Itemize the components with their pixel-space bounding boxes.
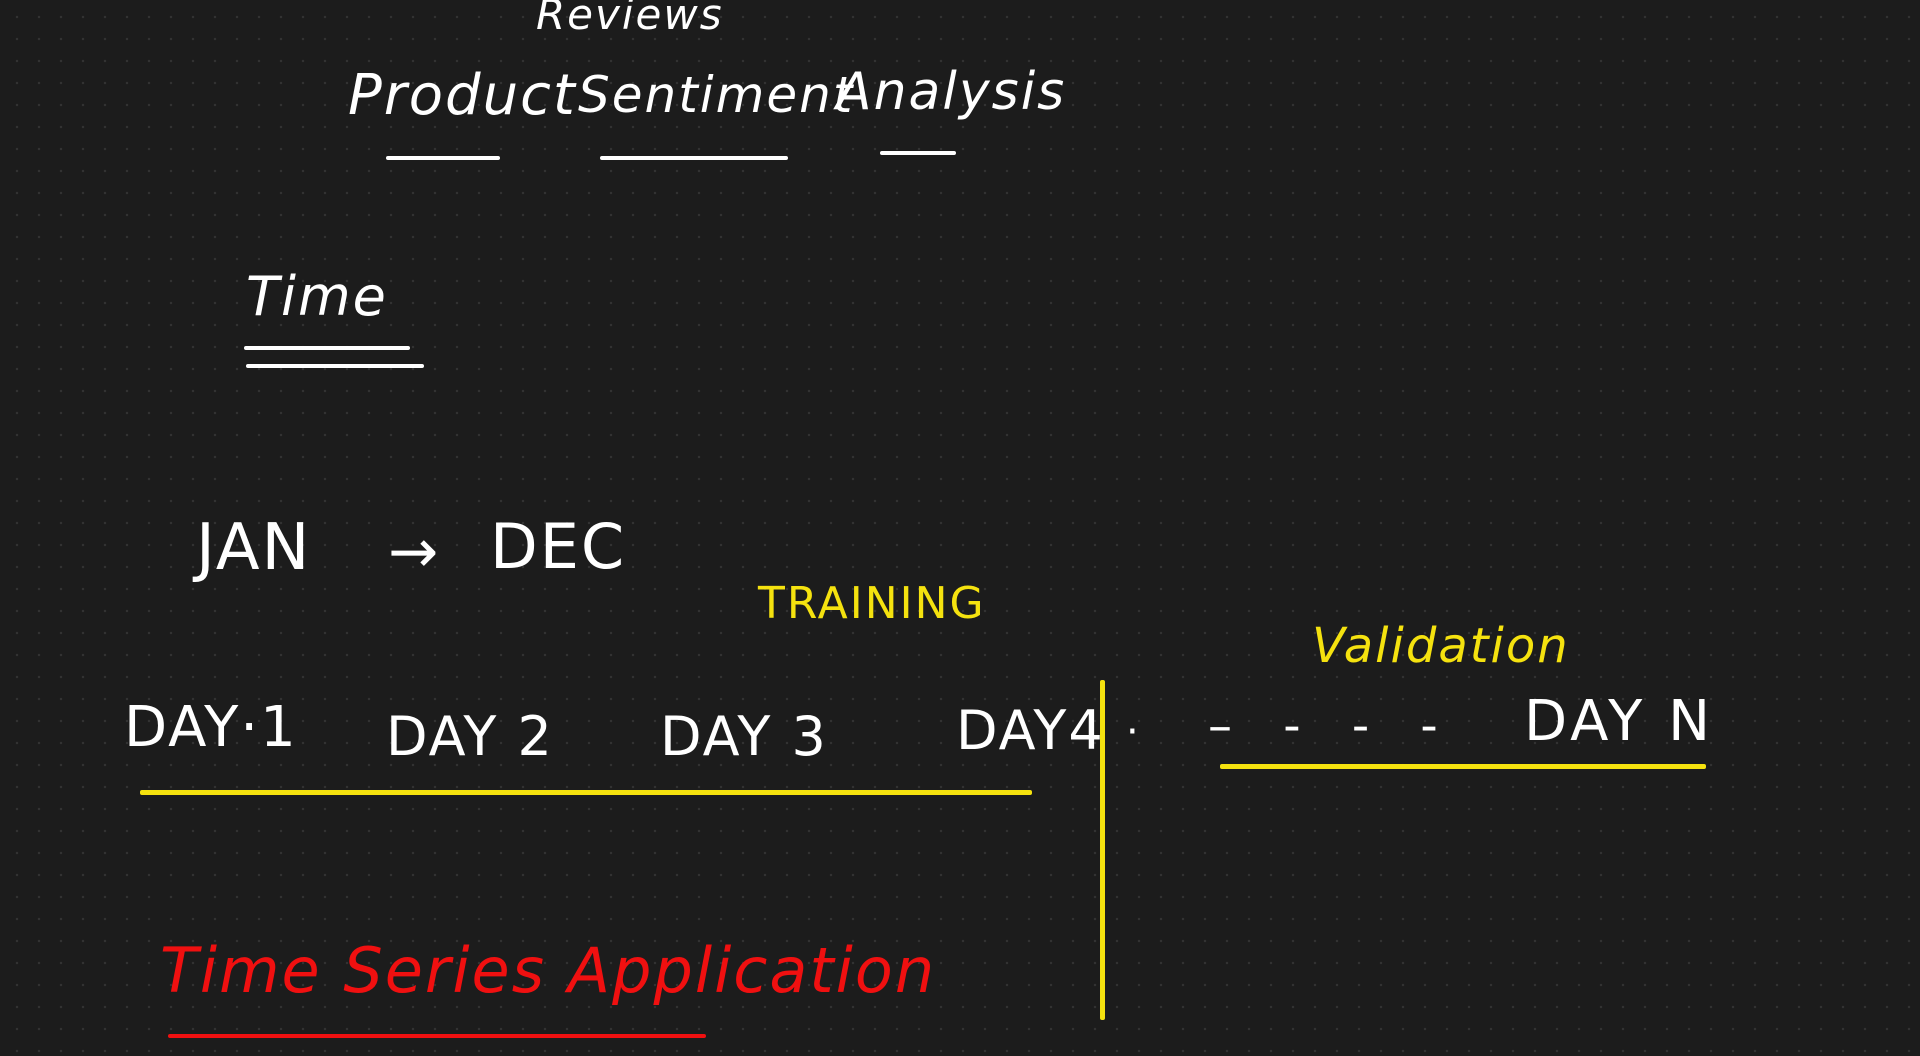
training-underline	[140, 790, 1032, 795]
heading-word-analysis: Analysis	[836, 62, 1067, 122]
dot-mark: ·	[1126, 709, 1141, 755]
underline-product	[386, 156, 500, 160]
validation-label: Validation	[1312, 618, 1570, 674]
training-label: TRAINING	[758, 578, 986, 629]
time-underline-1	[244, 346, 410, 350]
arrow-icon: →	[388, 517, 441, 587]
reviews-text: Reviews	[536, 0, 724, 39]
underline-analysis	[880, 151, 956, 155]
time-label: Time	[246, 265, 388, 328]
day-n-label: DAY N	[1524, 689, 1714, 754]
day-4-label: DAY4	[956, 699, 1105, 762]
dashes-mark: – - - -	[1208, 698, 1456, 754]
whiteboard-canvas[interactable]: Reviews Product Sentiment Analysis Time …	[0, 0, 1920, 1056]
time-series-application-title: Time Series Application	[160, 934, 937, 1007]
range-end-dec: DEC	[490, 510, 627, 583]
time-series-underline	[168, 1034, 706, 1038]
train-validation-divider	[1100, 680, 1105, 1020]
day-2-label: DAY 2	[386, 705, 554, 768]
day-3-label: DAY 3	[660, 705, 828, 768]
heading-word-product: Product	[348, 63, 577, 128]
validation-underline	[1220, 764, 1706, 769]
time-underline-2	[246, 364, 424, 368]
range-start-jan: JAN	[196, 511, 312, 585]
heading-word-sentiment: Sentiment	[578, 66, 855, 124]
day-1-label: DAY·1	[124, 695, 298, 760]
underline-sentiment	[600, 156, 788, 160]
